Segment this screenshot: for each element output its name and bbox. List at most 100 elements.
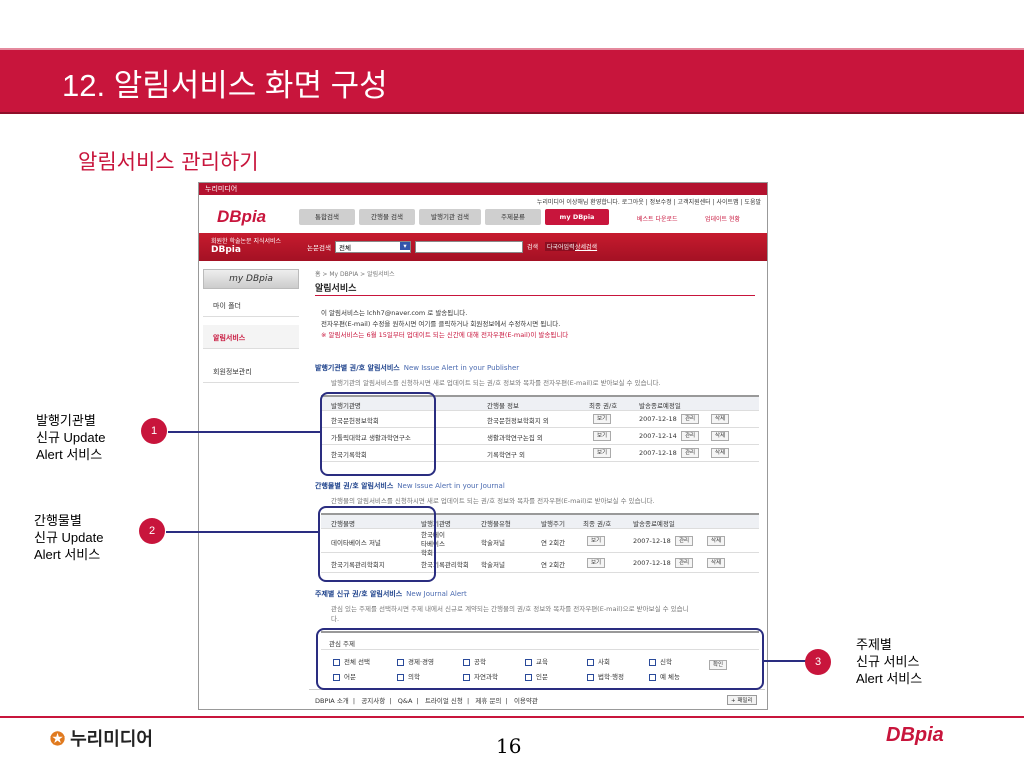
subject-section-desc-2: 다.: [331, 615, 340, 623]
window-title: 누리미디어: [199, 183, 767, 195]
delete-button[interactable]: 삭제: [711, 431, 730, 441]
footer-link-trial[interactable]: 트라이얼 신청: [425, 697, 463, 705]
label-line: Alert 서비스: [856, 671, 923, 686]
end-date: 2007-12-18: [633, 537, 671, 545]
dbpia-logo[interactable]: DBpia: [217, 207, 266, 227]
best-download-link[interactable]: 베스트 다운로드: [637, 214, 678, 223]
view-button[interactable]: 보기: [587, 558, 606, 568]
col-header: 발송종료예정일: [639, 402, 681, 410]
footer-link-terms[interactable]: 이용약관: [514, 697, 538, 705]
sidebar-title: my DBpia: [203, 269, 299, 289]
advanced-search-link[interactable]: 상세검색: [575, 242, 597, 251]
journal-info: 기록학연구 외: [487, 451, 525, 459]
top-links[interactable]: 누리미디어 이상해님 환영합니다. 로그아웃 | 정보수정 | 고객지원센터 |…: [537, 197, 761, 206]
footer-nav: DBPIA 소개 | 공지사항 | Q&A | 트라이얼 신청 | 제휴 문의 …: [315, 697, 538, 705]
journal-section-desc: 간행물의 알림서비스를 신청하시면 새로 업데이트 되는 권/호 정보와 목차를…: [331, 497, 655, 505]
section-title-en: New Issue Alert in your Journal: [397, 482, 505, 490]
label-line: 신규 Update: [34, 530, 104, 545]
label-line: Alert 서비스: [36, 447, 103, 462]
delete-button[interactable]: 삭제: [711, 414, 730, 424]
view-button[interactable]: 보기: [593, 414, 612, 424]
tab-subject[interactable]: 주제분류: [485, 209, 541, 225]
family-site-button[interactable]: + 패밀리: [727, 695, 757, 705]
label-line: 신규 Update: [36, 430, 106, 445]
tab-integrated-search[interactable]: 통합검색: [299, 209, 355, 225]
sidebar-item-label: 마이 폴더: [213, 302, 241, 310]
section-title-ko: 주제별 신규 권/호 알림서비스: [315, 590, 403, 598]
delete-button[interactable]: 삭제: [707, 536, 726, 546]
view-button[interactable]: 보기: [593, 448, 612, 458]
search-button[interactable]: 검색: [527, 242, 538, 251]
callout-label-3: 주제별 신규 서비스 Alert 서비스: [856, 636, 922, 687]
strip-text-2: DBpia: [211, 245, 241, 255]
section-title-ko: 간행물별 권/호 알림서비스: [315, 482, 394, 490]
journal-info: 생활과학연구논집 외: [487, 434, 543, 442]
view-button[interactable]: 보기: [593, 431, 612, 441]
journal-type: 학술저널: [481, 561, 505, 569]
journal-type: 학술저널: [481, 539, 505, 547]
sidebar-item-my-folder[interactable]: 마이 폴더: [203, 293, 299, 317]
callout-label-2: 간행물별 신규 Update Alert 서비스: [34, 512, 103, 563]
brand-left-text: 누리미디어: [70, 729, 153, 749]
publish-cycle: 연 2회간: [541, 561, 566, 569]
section-title-en: New Issue Alert in your Publisher: [403, 364, 520, 372]
manage-button[interactable]: 관리: [681, 414, 700, 424]
manage-button[interactable]: 관리: [675, 558, 694, 568]
manage-button[interactable]: 관리: [681, 448, 700, 458]
publish-cycle: 연 2회간: [541, 539, 566, 547]
search-strip: 회원한 학술논문 지식서비스 DBpia 논문검색 전체 ▾ 검색 다국어입력 상…: [199, 233, 767, 261]
section-title-en: New Journal Alert: [406, 590, 467, 598]
subject-section-title: 주제별 신규 권/호 알림서비스 New Journal Alert: [315, 589, 467, 599]
journal-section-title: 간행물별 권/호 알림서비스 New Issue Alert in your Jo…: [315, 481, 505, 491]
section-title-ko: 발행기관별 권/호 알림서비스: [315, 364, 400, 372]
delete-button[interactable]: 삭제: [711, 448, 730, 458]
manage-button[interactable]: 관리: [681, 431, 700, 441]
tab-publisher-search[interactable]: 발행기관 검색: [419, 209, 481, 225]
view-button[interactable]: 보기: [587, 536, 606, 546]
footer-link-notice[interactable]: 공지사항: [361, 697, 385, 705]
update-status-link[interactable]: 업데이트 현황: [705, 214, 740, 223]
col-header: 간행물유형: [481, 520, 511, 528]
callout-badge-1: 1: [141, 418, 167, 444]
info-line-email: 이 알림서비스는 lchh7@naver.com 로 발송됩니다.: [321, 309, 468, 317]
callout-badge-3: 3: [805, 649, 831, 675]
search-label: 논문검색: [307, 244, 331, 252]
callout-line-2: [166, 531, 318, 533]
search-input[interactable]: [415, 241, 523, 253]
label-line: 주제별: [856, 637, 892, 652]
multilang-button[interactable]: 다국어입력: [545, 242, 577, 251]
slide-subtitle: 알림서비스 관리하기: [78, 150, 259, 174]
col-header: 최종 권/호: [589, 402, 618, 410]
slide-title: 12. 알림서비스 화면 구성: [62, 68, 388, 103]
sidebar-item-member-info[interactable]: 회원정보관리: [203, 359, 299, 383]
callout-frame-1: [320, 392, 436, 476]
publisher-section-title: 발행기관별 권/호 알림서비스 New Issue Alert in your P…: [315, 363, 519, 373]
callout-frame-2: [318, 506, 436, 582]
sidebar-item-alert-service[interactable]: 알림서비스: [203, 325, 299, 349]
breadcrumb: 홈 > My DBPIA > 알림서비스: [315, 271, 395, 278]
footer-link-qna[interactable]: Q&A: [398, 697, 413, 705]
publisher-section-desc: 발행기관의 알림서비스를 신청하시면 새로 업데이트 되는 권/호 정보와 목차…: [331, 379, 661, 387]
page-heading: 알림서비스: [315, 284, 357, 294]
page-number: 16: [496, 734, 522, 758]
label-line: Alert 서비스: [34, 547, 101, 562]
delete-button[interactable]: 삭제: [707, 558, 726, 568]
footer-rule: [0, 716, 1024, 718]
search-select-value: 전체: [339, 244, 351, 252]
col-header: 발송종료예정일: [633, 520, 675, 528]
logo-mark-icon: ✪: [50, 729, 66, 749]
callout-label-1: 발행기관별 신규 Update Alert 서비스: [36, 412, 105, 463]
end-date: 2007-12-14: [639, 432, 677, 440]
tab-my-dbpia[interactable]: my DBpia: [545, 209, 609, 225]
strip-logo: 회원한 학술논문 지식서비스 DBpia: [211, 238, 281, 255]
info-line-edit: 전자우편(E-mail) 수정을 원하시면 여기를 클릭하거나 회원정보에서 수…: [321, 320, 561, 328]
label-line: 신규 서비스: [856, 654, 920, 669]
col-header: 최종 권/호: [583, 520, 612, 528]
subject-section-desc-1: 관심 있는 주제를 선택하시면 주제 내에서 신규로 계약되는 간행물의 권/호…: [331, 605, 689, 613]
footer-link-partner[interactable]: 제휴 문의: [475, 697, 501, 705]
tab-journal-search[interactable]: 간행물 검색: [359, 209, 415, 225]
manage-button[interactable]: 관리: [675, 536, 694, 546]
journal-info: 한국문헌정보학회지 외: [487, 417, 549, 425]
footer-link-about[interactable]: DBPIA 소개: [315, 697, 349, 705]
search-select[interactable]: 전체 ▾: [335, 241, 411, 253]
